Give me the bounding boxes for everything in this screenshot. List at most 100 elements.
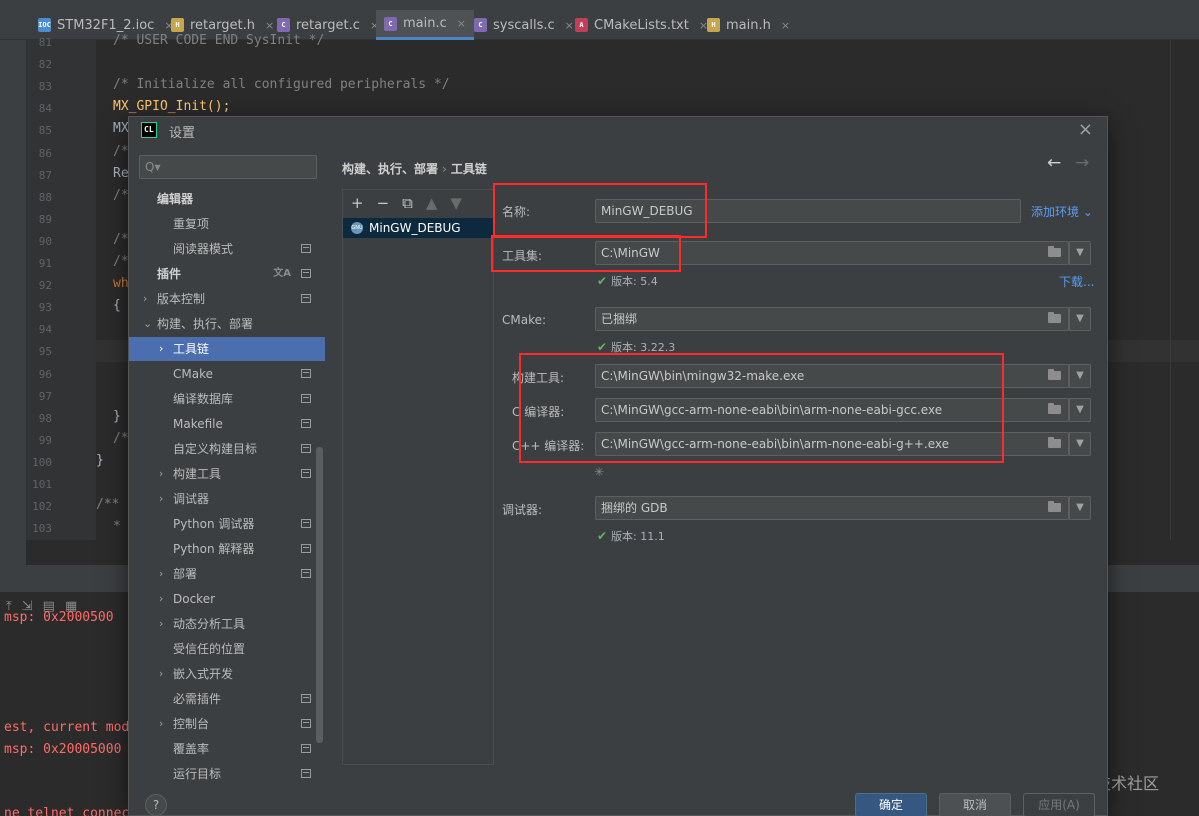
apply-button[interactable]: 应用(A): [1023, 793, 1095, 816]
browse-folder-icon[interactable]: [1045, 366, 1065, 386]
move-up-icon[interactable]: ▲: [426, 194, 438, 212]
settings-tree-label: 编译数据库: [173, 392, 234, 406]
settings-tree-item[interactable]: Python 调试器: [129, 512, 325, 536]
editor-tab[interactable]: A CMakeLists.txt ×: [567, 10, 716, 40]
line-number: 96: [38, 367, 52, 381]
settings-search-input[interactable]: Q▾: [139, 155, 317, 179]
settings-tree-item[interactable]: 受信任的位置: [129, 637, 325, 661]
settings-tree-item[interactable]: Python 解释器: [129, 537, 325, 561]
add-environment-link[interactable]: 添加环境 ⌄: [1031, 203, 1093, 220]
settings-tree-label: 版本控制: [157, 292, 206, 306]
browse-folder-icon[interactable]: [1045, 243, 1065, 263]
debugger-input[interactable]: 捆绑的 GDB: [595, 496, 1069, 520]
c-compiler-dropdown-button[interactable]: ▼: [1069, 398, 1091, 422]
settings-tree-label: 受信任的位置: [173, 642, 246, 656]
settings-tree-item[interactable]: › 工具链: [129, 337, 325, 361]
project-settings-icon: [301, 269, 311, 278]
cmake-dropdown-button[interactable]: ▼: [1069, 307, 1091, 331]
settings-tree-label: 工具链: [173, 342, 210, 356]
cmake-input[interactable]: 已捆绑: [595, 307, 1069, 331]
line-number: 85: [38, 124, 52, 138]
cxx-compiler-dropdown-button[interactable]: ▼: [1069, 432, 1091, 456]
back-arrow-icon[interactable]: ←: [1047, 153, 1061, 173]
project-settings-icon: [301, 569, 311, 578]
editor-tab-label: CMakeLists.txt: [594, 17, 689, 33]
settings-tree-item[interactable]: Makefile: [129, 412, 325, 436]
gnu-icon: GNU: [351, 222, 363, 234]
settings-tree-item[interactable]: CMake: [129, 362, 325, 386]
toolchain-item[interactable]: GNU MinGW_DEBUG: [343, 218, 493, 238]
settings-tree-label: 重复项: [173, 217, 210, 231]
code-line: /*: [113, 231, 129, 247]
browse-folder-icon[interactable]: [1045, 434, 1065, 454]
code-line: MX_GPIO_Init();: [113, 99, 231, 115]
settings-tree-item[interactable]: › 部署: [129, 562, 325, 586]
chevron-right-icon[interactable]: ›: [159, 587, 163, 611]
settings-tree-item[interactable]: › 版本控制: [129, 287, 325, 311]
settings-tree-label: 控制台: [173, 717, 210, 731]
tree-scrollbar[interactable]: [316, 447, 323, 743]
ok-button[interactable]: 确定: [855, 793, 927, 816]
move-down-icon[interactable]: ▼: [450, 194, 462, 212]
browse-folder-icon[interactable]: [1045, 400, 1065, 420]
build-tool-dropdown-button[interactable]: ▼: [1069, 364, 1091, 388]
close-tab-icon[interactable]: ×: [457, 17, 466, 30]
line-number: 87: [38, 168, 52, 182]
chevron-right-icon[interactable]: ›: [159, 562, 163, 586]
close-tab-icon[interactable]: ×: [781, 19, 790, 32]
project-settings-icon: [301, 294, 311, 303]
editor-tab[interactable]: Csyscalls.c ×: [466, 10, 582, 40]
code-line: /*: [113, 430, 129, 446]
code-line: Re: [113, 165, 129, 181]
remove-icon[interactable]: −: [377, 194, 390, 212]
settings-tree-item[interactable]: 运行目标: [129, 762, 325, 786]
chevron-right-icon[interactable]: ›: [159, 612, 163, 636]
console-line: msp: 0x20005000: [4, 742, 122, 757]
chevron-right-icon[interactable]: ›: [143, 287, 147, 311]
settings-tree-item[interactable]: 编译数据库: [129, 387, 325, 411]
cancel-button[interactable]: 取消: [939, 793, 1011, 816]
settings-tree-item[interactable]: › Docker: [129, 587, 325, 611]
settings-tree-item[interactable]: › 调试器: [129, 487, 325, 511]
debugger-dropdown-button[interactable]: ▼: [1069, 496, 1091, 520]
clion-logo-icon: CL: [141, 122, 157, 138]
line-number: 91: [38, 257, 52, 270]
chevron-right-icon[interactable]: ›: [159, 462, 163, 486]
settings-tree-item[interactable]: 重复项: [129, 212, 325, 236]
chevron-down-icon[interactable]: ⌄: [143, 312, 152, 336]
settings-tree-item[interactable]: ⌄ 构建、执行、部署: [129, 312, 325, 336]
chevron-right-icon[interactable]: ›: [159, 662, 163, 686]
chevron-right-icon[interactable]: ›: [159, 487, 163, 511]
browse-folder-icon[interactable]: [1045, 498, 1065, 518]
help-button[interactable]: ?: [145, 794, 167, 816]
editor-tab[interactable]: Cmain.c ×: [376, 10, 474, 40]
chevron-right-icon[interactable]: ›: [159, 337, 163, 361]
settings-tree-label: Makefile: [173, 417, 223, 431]
settings-tree-item[interactable]: › 动态分析工具: [129, 612, 325, 636]
file-type-icon: C: [474, 18, 487, 32]
close-icon[interactable]: ×: [1078, 119, 1093, 140]
browse-folder-icon[interactable]: [1045, 309, 1065, 329]
forward-arrow-icon[interactable]: →: [1075, 153, 1089, 173]
add-icon[interactable]: +: [351, 194, 364, 212]
settings-tree-item[interactable]: › 构建工具: [129, 462, 325, 486]
code-line: }: [96, 452, 104, 468]
settings-tree-item[interactable]: › 嵌入式开发: [129, 662, 325, 686]
toolchain-name: MinGW_DEBUG: [369, 221, 461, 235]
project-settings-icon: [301, 719, 311, 728]
editor-tab[interactable]: Hmain.h ×: [699, 10, 798, 40]
settings-tree-item[interactable]: 覆盖率: [129, 737, 325, 761]
settings-tree-item[interactable]: 必需插件: [129, 687, 325, 711]
settings-tree-label: 自定义构建目标: [173, 442, 258, 456]
copy-icon[interactable]: ⧉: [402, 194, 413, 212]
settings-tree-label: Docker: [173, 592, 216, 606]
check-icon: ✔: [597, 529, 608, 543]
settings-tree-item[interactable]: 插件 文A: [129, 262, 325, 286]
settings-tree-item[interactable]: › 控制台: [129, 712, 325, 736]
chevron-right-icon[interactable]: ›: [159, 712, 163, 736]
settings-tree-item[interactable]: 自定义构建目标: [129, 437, 325, 461]
settings-tree-item[interactable]: 阅读器模式: [129, 237, 325, 261]
settings-tree-item[interactable]: 编辑器: [129, 187, 325, 211]
toolset-dropdown-button[interactable]: ▼: [1069, 241, 1091, 265]
download-link[interactable]: 下载...: [1059, 273, 1094, 290]
